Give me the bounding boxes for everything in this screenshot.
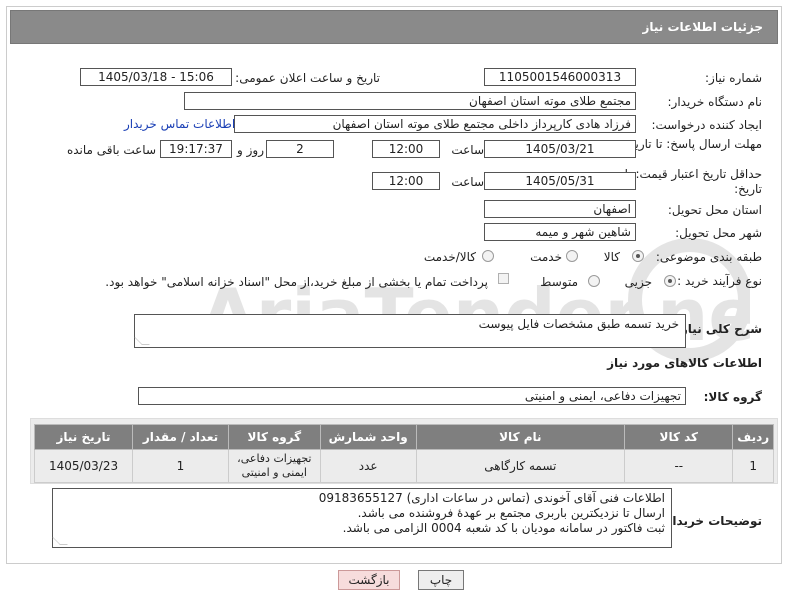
resize-grip-icon[interactable] (134, 337, 150, 345)
creator-field: فرزاد هادی کارپرداز داخلی مجتمع طلای موت… (234, 115, 636, 133)
process-option-minor: جزیی (624, 275, 652, 289)
items-table: ردیف کد کالا نام کالا واحد شمارش گروه کا… (33, 424, 774, 483)
description-label: شرح کلی نیاز: (676, 322, 762, 336)
process-label: نوع فرآیند خرید : (677, 274, 762, 288)
category-option-goods: کالا (603, 250, 620, 264)
col-quantity: تعداد / مقدار (132, 424, 229, 450)
cell-code: -- (624, 449, 734, 483)
province-label: استان محل تحویل: (667, 203, 762, 217)
process-radio-minor[interactable] (664, 275, 676, 287)
category-radio-goods[interactable] (632, 250, 644, 262)
page-title: جزئیات اطلاعات نیاز (642, 20, 763, 34)
buyer-notes-label: توضیحات خریدار: (660, 514, 762, 528)
treasury-payment-checkbox[interactable] (498, 273, 509, 284)
price-date-field: 1405/05/31 (484, 172, 636, 190)
buyer-org-field: مجتمع طلای موته استان اصفهان (184, 92, 636, 110)
col-group: گروه کالا (227, 424, 321, 450)
process-option-medium: متوسط (540, 275, 578, 289)
buyer-note-line-3: ثبت فاکتور در سامانه مودیان با کد شعبه 0… (342, 521, 665, 535)
table-header-row: ردیف کد کالا نام کالا واحد شمارش گروه کا… (33, 424, 774, 450)
buyer-note-line-1: اطلاعات فنی آقای آخوندی (تماس در ساعات ا… (318, 491, 665, 505)
col-name: نام کالا (415, 424, 626, 450)
reply-time-label: ساعت (451, 143, 484, 157)
col-unit: واحد شمارش (319, 424, 417, 450)
resize-grip-icon[interactable] (52, 537, 68, 545)
need-number-field: 1105001546000313 (484, 68, 636, 86)
buyer-notes-box: اطلاعات فنی آقای آخوندی (تماس در ساعات ا… (52, 488, 672, 548)
cell-row: 1 (732, 449, 774, 483)
announce-field: 1405/03/18 - 15:06 (80, 68, 232, 86)
cell-group: تجهیزات دفاعی، ایمنی و امنیتی (227, 449, 321, 483)
cell-quantity: 1 (132, 449, 229, 483)
buyer-note-line-2: ارسال تا نزدیکترین باربری مجتمع بر عهدۀ … (357, 506, 665, 520)
col-code: کد کالا (624, 424, 734, 450)
reply-time-field: 12:00 (372, 140, 440, 158)
process-radio-medium[interactable] (588, 275, 600, 287)
panel-header: جزئیات اطلاعات نیاز (10, 10, 778, 44)
col-row: ردیف (732, 424, 774, 450)
table-row: 1 -- تسمه کارگاهی عدد تجهیزات دفاعی، ایم… (33, 449, 774, 483)
category-option-goods-service: کالا/خدمت (423, 250, 476, 264)
remaining-label: ساعت باقی مانده (66, 143, 156, 157)
description-box: خرید تسمه طبق مشخصات فایل پیوست (134, 314, 686, 348)
print-button[interactable]: چاپ (418, 570, 464, 590)
city-field: شاهین شهر و میمه (484, 223, 636, 241)
category-radio-service[interactable] (566, 250, 578, 262)
buyer-org-label: نام دستگاه خریدار: (667, 95, 763, 109)
back-button[interactable]: بازگشت (338, 570, 400, 590)
cell-unit: عدد (319, 449, 417, 483)
goods-info-title: اطلاعات کالاهای مورد نیاز (607, 356, 762, 370)
days-label: روز و (237, 143, 264, 157)
cell-need-date: 1405/03/23 (33, 449, 134, 483)
need-number-label: شماره نیاز: (705, 71, 762, 85)
remaining-time-field: 19:17:37 (160, 140, 232, 158)
price-time-field: 12:00 (372, 172, 440, 190)
col-need-date: تاریخ نیاز (33, 424, 134, 450)
city-label: شهر محل تحویل: (675, 226, 762, 240)
treasury-payment-note: پرداخت تمام یا بخشی از مبلغ خرید،از محل … (105, 275, 488, 289)
price-time-label: ساعت (451, 175, 484, 189)
days-field: 2 (266, 140, 334, 158)
cell-name: تسمه کارگاهی (415, 449, 626, 483)
goods-group-field: تجهیزات دفاعی، ایمنی و امنیتی (138, 387, 686, 405)
reply-date-field: 1405/03/21 (484, 140, 636, 158)
category-label: طبقه بندی موضوعی: (655, 250, 762, 264)
description-text: خرید تسمه طبق مشخصات فایل پیوست (478, 317, 679, 331)
buyer-contact-link[interactable]: اطلاعات تماس خریدار (124, 117, 235, 131)
goods-group-label: گروه کالا: (703, 390, 762, 404)
category-option-service: خدمت (530, 250, 562, 264)
province-field: اصفهان (484, 200, 636, 218)
creator-label: ایجاد کننده درخواست: (651, 118, 762, 132)
category-radio-goods-service[interactable] (482, 250, 494, 262)
announce-label: تاریخ و ساعت اعلان عمومی: (235, 71, 380, 85)
